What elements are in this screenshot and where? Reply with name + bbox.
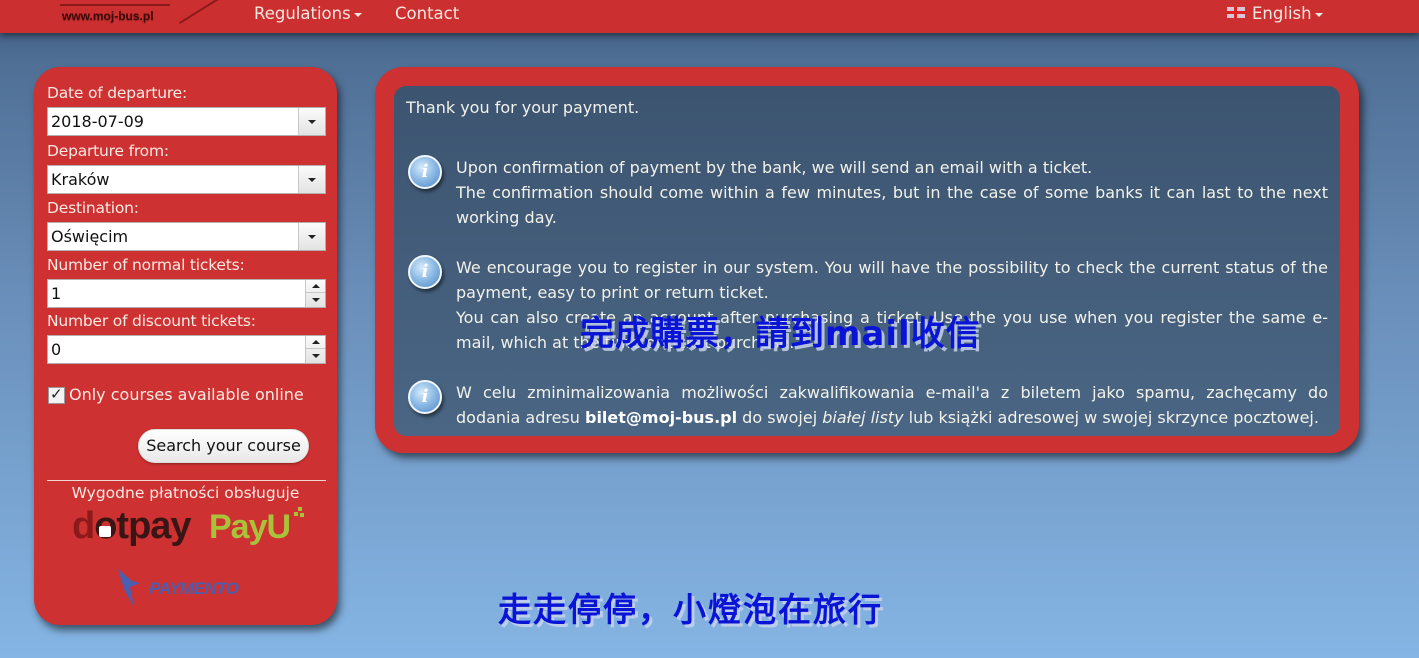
nav-contact-label: Contact (395, 4, 460, 23)
decrement-icon[interactable] (306, 294, 325, 307)
normal-tickets-label: Number of normal tickets: (47, 256, 245, 274)
departure-from-value: Kraków (51, 170, 110, 189)
info-line: We encourage you to register in our syst… (456, 258, 1328, 302)
date-value: 2018-07-09 (51, 112, 144, 131)
increment-icon[interactable] (306, 336, 325, 349)
lock-icon (99, 526, 111, 537)
discount-tickets-stepper[interactable]: 0 (47, 335, 326, 364)
spam-text-after: lub książki adresowej w swojej skrzynce … (903, 408, 1319, 427)
info-line: The confirmation should come within a fe… (456, 183, 1328, 227)
dropdown-arrow-icon[interactable] (298, 166, 325, 193)
confirmation-content: Thank you for your payment. i Upon confi… (394, 86, 1340, 436)
info-icon-glyph: i (421, 386, 429, 407)
normal-tickets-stepper[interactable]: 1 (47, 279, 326, 308)
sender-email: bilet@moj-bus.pl (584, 408, 738, 427)
search-course-button[interactable]: Search your course (138, 429, 309, 463)
language-label: English (1252, 4, 1312, 23)
online-only-checkbox[interactable]: ✓ (48, 385, 65, 404)
info-text: Upon confirmation of payment by the bank… (456, 155, 1328, 230)
nav-contact[interactable]: Contact (395, 4, 459, 23)
destination-select[interactable]: Oświęcim (47, 222, 326, 251)
date-select[interactable]: 2018-07-09 (47, 107, 326, 136)
uk-flag-icon (1227, 7, 1245, 18)
destination-value: Oświęcim (51, 227, 129, 246)
info-line: W celu zminimalizowania możliwości zakwa… (456, 380, 1328, 430)
normal-tickets-value: 1 (51, 284, 62, 303)
chevron-down-icon (353, 12, 362, 17)
payment-confirmation-panel: Thank you for your payment. i Upon confi… (375, 67, 1359, 453)
chevron-down-icon (1314, 12, 1323, 17)
info-line: Upon confirmation of payment by the bank… (456, 158, 1093, 177)
logo-underline (60, 4, 170, 6)
info-text: W celu zminimalizowania możliwości zakwa… (456, 380, 1328, 430)
destination-label: Destination: (47, 199, 139, 217)
watermark-caption-mail: 完成購票，請到mail收信 (580, 314, 981, 354)
info-icon: i (408, 255, 442, 289)
thank-you-message: Thank you for your payment. (406, 98, 640, 117)
divider (47, 480, 326, 481)
dotpay-logo-d: d (72, 505, 95, 547)
paymento-logo: PAYMENTO (149, 579, 239, 598)
info-icon-glyph: i (421, 261, 429, 282)
dotpay-logo: dotpay (72, 505, 192, 548)
spinner (305, 280, 325, 307)
spam-text-middle: do swojej (737, 408, 823, 427)
info-icon: i (408, 155, 442, 189)
nav-regulations-label: Regulations (254, 4, 351, 23)
date-label: Date of departure: (47, 84, 188, 102)
language-selector[interactable]: English (1227, 4, 1323, 23)
spinner (305, 336, 325, 363)
discount-tickets-value: 0 (51, 340, 62, 359)
decrement-icon[interactable] (306, 350, 325, 363)
dropdown-arrow-icon[interactable] (298, 223, 325, 250)
logo-text: www.moj-bus.pl (62, 9, 154, 23)
increment-icon[interactable] (306, 280, 325, 293)
payu-dots-icon (292, 507, 304, 519)
payments-caption: Wygodne płatności obsługuje (71, 484, 300, 502)
info-icon-glyph: i (421, 161, 429, 182)
checkmark-icon: ✓ (50, 385, 63, 403)
site-logo[interactable]: www.moj-bus.pl (58, 0, 220, 30)
departure-from-label: Departure from: (47, 142, 169, 160)
search-form-panel: Date of departure: 2018-07-09 Departure … (34, 67, 337, 625)
nav-regulations[interactable]: Regulations (254, 4, 362, 23)
watermark-caption-blog: 走走停停，小燈泡在旅行 (498, 590, 883, 629)
discount-tickets-label: Number of discount tickets: (47, 312, 256, 330)
whitelist-text: białej listy (822, 408, 904, 427)
online-only-label[interactable]: Only courses available online (69, 385, 304, 404)
top-navbar: www.moj-bus.pl Regulations Contact Engli… (0, 0, 1419, 33)
departure-from-select[interactable]: Kraków (47, 165, 326, 194)
logo-slash (178, 0, 220, 25)
paymento-wing-icon (118, 569, 140, 607)
info-icon: i (408, 380, 442, 414)
payu-logo: PayU (209, 508, 291, 546)
dropdown-arrow-icon[interactable] (298, 108, 325, 135)
